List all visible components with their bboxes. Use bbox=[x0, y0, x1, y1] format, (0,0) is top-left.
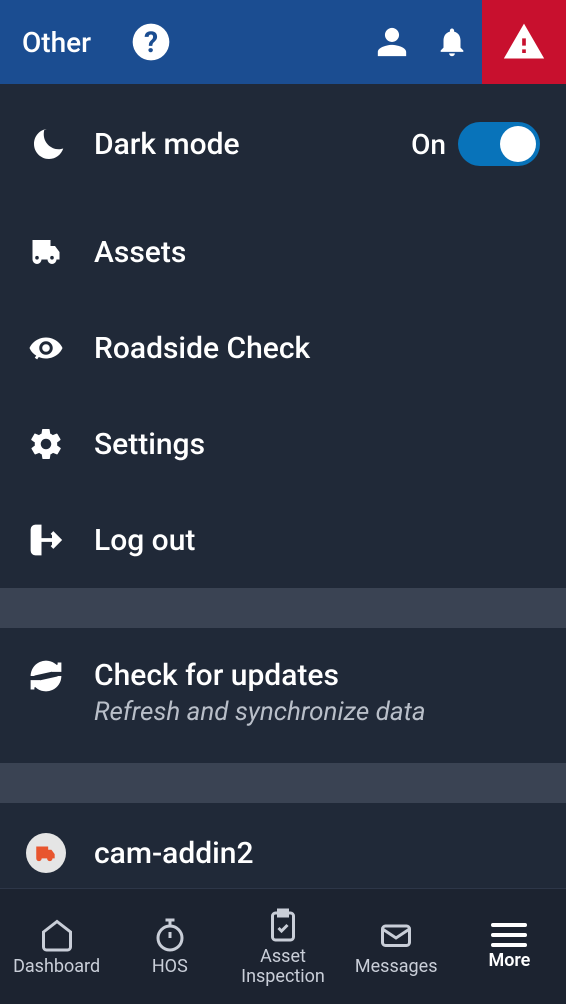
assets-label: Assets bbox=[94, 235, 186, 270]
refresh-icon bbox=[26, 658, 66, 694]
menu-roadside-check[interactable]: Roadside Check bbox=[0, 300, 566, 396]
logout-icon bbox=[26, 522, 66, 558]
check-updates-button[interactable]: Check for updates Refresh and synchroniz… bbox=[0, 628, 566, 763]
truck-icon bbox=[26, 234, 66, 270]
nav-dashboard[interactable]: Dashboard bbox=[0, 889, 113, 1004]
alert-triangle-icon bbox=[502, 20, 546, 64]
nav-messages[interactable]: Messages bbox=[340, 889, 453, 1004]
bottom-nav: Dashboard HOS Asset Inspection Messages … bbox=[0, 888, 566, 1004]
roadside-label: Roadside Check bbox=[94, 331, 310, 366]
menu-dark-mode[interactable]: Dark mode On bbox=[0, 84, 566, 204]
notifications-button[interactable] bbox=[422, 0, 482, 84]
stopwatch-icon bbox=[152, 917, 188, 953]
nav-hos[interactable]: HOS bbox=[113, 889, 226, 1004]
nav-asset-inspection[interactable]: Asset Inspection bbox=[226, 889, 339, 1004]
person-icon bbox=[375, 25, 409, 59]
eye-search-icon bbox=[26, 330, 66, 366]
menu-logout[interactable]: Log out bbox=[0, 492, 566, 588]
header: Other ? bbox=[0, 0, 566, 84]
hamburger-icon bbox=[491, 923, 527, 947]
nav-dashboard-label: Dashboard bbox=[13, 957, 100, 977]
home-icon bbox=[39, 917, 75, 953]
updates-title: Check for updates bbox=[94, 658, 426, 693]
profile-button[interactable] bbox=[362, 0, 422, 84]
nav-more-label: More bbox=[488, 951, 530, 971]
clipboard-check-icon bbox=[265, 907, 301, 943]
help-icon: ? bbox=[131, 22, 171, 62]
dark-mode-toggle[interactable] bbox=[458, 122, 540, 166]
dark-mode-state: On bbox=[411, 128, 446, 161]
addin-icon bbox=[26, 833, 66, 873]
addin-name: cam-addin2 bbox=[94, 836, 254, 871]
main-scroll[interactable]: Dark mode On Assets Roadside Check bbox=[0, 84, 566, 888]
bell-icon bbox=[435, 25, 469, 59]
nav-messages-label: Messages bbox=[355, 957, 438, 977]
nav-hos-label: HOS bbox=[152, 957, 188, 977]
help-button[interactable]: ? bbox=[131, 22, 171, 62]
logout-label: Log out bbox=[94, 523, 195, 558]
moon-icon bbox=[26, 126, 66, 162]
menu-settings[interactable]: Settings bbox=[0, 396, 566, 492]
svg-text:?: ? bbox=[144, 26, 158, 59]
header-title: Other bbox=[22, 26, 91, 59]
addin-item[interactable]: cam-addin2 bbox=[0, 803, 566, 888]
gear-icon bbox=[26, 426, 66, 462]
settings-label: Settings bbox=[94, 427, 205, 462]
nav-more[interactable]: More bbox=[453, 889, 566, 1004]
alert-button[interactable] bbox=[482, 0, 566, 84]
mail-icon bbox=[378, 917, 414, 953]
updates-subtitle: Refresh and synchronize data bbox=[94, 697, 426, 727]
dark-mode-label: Dark mode bbox=[94, 127, 240, 162]
nav-asset-inspection-label: Asset Inspection bbox=[226, 947, 339, 987]
menu-assets[interactable]: Assets bbox=[0, 204, 566, 300]
